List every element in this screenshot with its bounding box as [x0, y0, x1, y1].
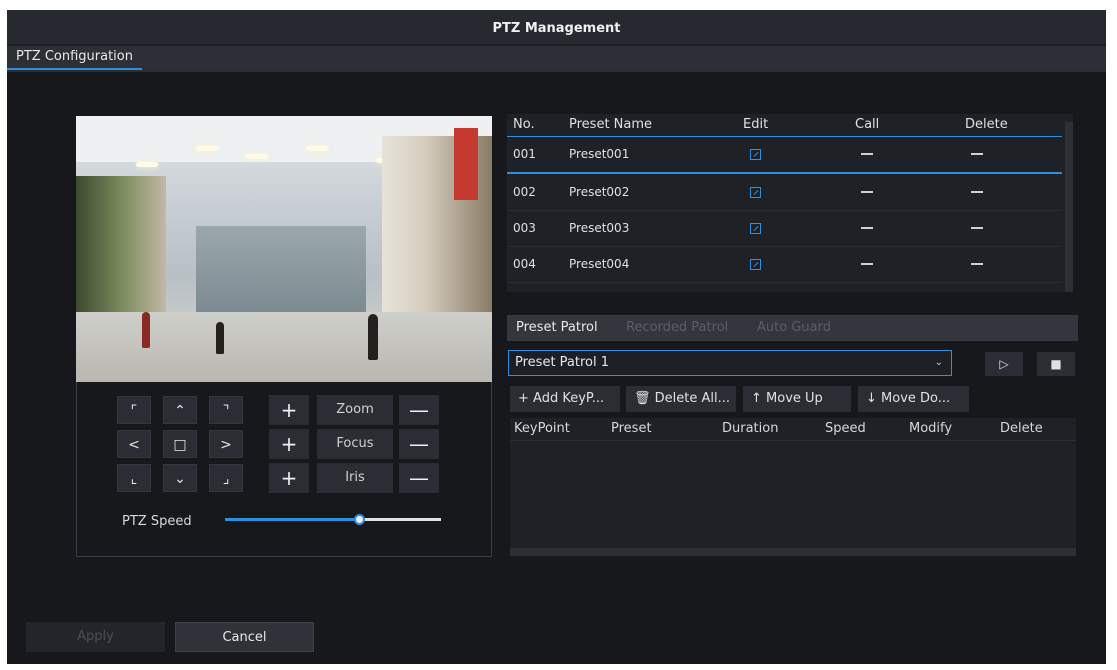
edit-icon[interactable]: [750, 187, 761, 198]
preset-row[interactable]: 002 Preset002: [507, 174, 1062, 211]
window-title: PTZ Management: [7, 10, 1106, 44]
patrol-select-value: Preset Patrol 1: [515, 355, 610, 370]
preset-row[interactable]: 003 Preset003: [507, 210, 1062, 247]
move-up-button[interactable]: ↑ Move Up: [743, 386, 851, 412]
delete-preset-icon[interactable]: [971, 153, 983, 155]
pan-left-button[interactable]: <: [117, 430, 151, 458]
edit-icon[interactable]: [750, 149, 761, 160]
pan-down-left-button[interactable]: ⌞: [117, 464, 151, 492]
preset-name: Preset004: [569, 257, 630, 271]
zoom-out-button[interactable]: —: [399, 395, 439, 425]
tab-recorded-patrol[interactable]: Recorded Patrol: [626, 315, 728, 341]
play-icon: ▷: [999, 357, 1009, 371]
col-preset: Preset: [611, 421, 652, 436]
ptz-speed-handle[interactable]: [353, 514, 365, 525]
preview-light: [136, 162, 158, 167]
focus-label: Focus: [317, 429, 393, 459]
delete-all-button[interactable]: 🗑 Delete All...: [626, 386, 736, 412]
tab-preset-patrol[interactable]: Preset Patrol: [516, 315, 598, 341]
pan-up-left-button[interactable]: ⌜: [117, 396, 151, 424]
ptz-speed-label: PTZ Speed: [122, 514, 192, 529]
zoom-label: Zoom: [317, 395, 393, 425]
keypoint-table-header: KeyPoint Preset Duration Speed Modify De…: [510, 418, 1076, 441]
ptz-management-window: PTZ Management PTZ Configuration ⌜ ⌃ ⌝ <…: [7, 10, 1106, 664]
tab-ptz-configuration[interactable]: PTZ Configuration: [7, 46, 142, 70]
keypoint-table-scrollbar[interactable]: [510, 548, 1076, 556]
col-delete: Delete: [1000, 421, 1043, 436]
preview-person: [142, 312, 150, 348]
preset-name: Preset003: [569, 221, 630, 235]
preview-store-left: [76, 176, 166, 326]
ptz-control-panel: ⌜ ⌃ ⌝ < □ > ⌞ ⌄ ⌟ + Zoom — + Focus — + I…: [76, 382, 492, 557]
iris-label: Iris: [317, 463, 393, 493]
preset-table-scrollbar[interactable]: [1065, 122, 1073, 292]
preset-number: 003: [513, 221, 536, 235]
preview-mall-center: [196, 226, 366, 316]
preview-floor: [76, 312, 492, 382]
col-preset-name: Preset Name: [569, 117, 653, 132]
start-patrol-button[interactable]: ▷: [985, 352, 1023, 376]
preset-number: 004: [513, 257, 536, 271]
delete-preset-icon[interactable]: [971, 263, 983, 265]
call-preset-icon[interactable]: [861, 153, 873, 155]
call-preset-icon[interactable]: [861, 191, 873, 193]
iris-open-button[interactable]: +: [269, 463, 309, 493]
col-modify: Modify: [909, 421, 953, 436]
pan-right-button[interactable]: >: [209, 430, 243, 458]
tilt-down-button[interactable]: ⌄: [163, 464, 197, 492]
col-keypoint: KeyPoint: [514, 421, 570, 436]
preset-row[interactable]: 001 Preset001: [507, 136, 1062, 174]
camera-preview: [76, 116, 492, 382]
pan-up-right-button[interactable]: ⌝: [209, 396, 243, 424]
delete-preset-icon[interactable]: [971, 191, 983, 193]
ptz-speed-slider[interactable]: [225, 514, 441, 525]
call-preset-icon[interactable]: [861, 227, 873, 229]
col-duration: Duration: [722, 421, 779, 436]
tilt-up-button[interactable]: ⌃: [163, 396, 197, 424]
tab-bar: PTZ Configuration: [7, 46, 1106, 72]
apply-button[interactable]: Apply: [26, 622, 165, 652]
col-call: Call: [855, 117, 880, 132]
preset-name: Preset002: [569, 185, 630, 199]
tab-auto-guard[interactable]: Auto Guard: [757, 315, 831, 341]
move-down-button[interactable]: ↓ Move Do...: [858, 386, 969, 412]
chevron-down-icon: ⌄: [934, 357, 943, 368]
edit-icon[interactable]: [750, 223, 761, 234]
cancel-button[interactable]: Cancel: [175, 622, 314, 652]
ptz-speed-fill: [225, 518, 359, 521]
focus-near-button[interactable]: +: [269, 429, 309, 459]
preview-light: [246, 154, 268, 159]
patrol-select[interactable]: Preset Patrol 1 ⌄: [508, 350, 952, 376]
preset-table-header: No. Preset Name Edit Call Delete: [507, 114, 1062, 137]
add-keypoint-button[interactable]: + Add KeyP...: [510, 386, 620, 412]
preset-name: Preset001: [569, 147, 630, 161]
preset-number: 002: [513, 185, 536, 199]
col-no: No.: [513, 117, 535, 132]
preset-row[interactable]: 004 Preset004: [507, 246, 1062, 283]
preview-person: [368, 314, 378, 360]
focus-far-button[interactable]: —: [399, 429, 439, 459]
preview-red-sign: [454, 128, 478, 200]
zoom-in-button[interactable]: +: [269, 395, 309, 425]
col-delete: Delete: [965, 117, 1008, 132]
stop-patrol-button[interactable]: ■: [1037, 352, 1075, 376]
keypoint-table: KeyPoint Preset Duration Speed Modify De…: [510, 418, 1076, 556]
preview-light: [306, 146, 328, 151]
preset-number: 001: [513, 147, 536, 161]
col-edit: Edit: [743, 117, 769, 132]
preview-light: [196, 146, 218, 151]
stop-icon: ■: [1050, 357, 1062, 371]
iris-close-button[interactable]: —: [399, 463, 439, 493]
call-preset-icon[interactable]: [861, 263, 873, 265]
preset-table: No. Preset Name Edit Call Delete 001 Pre…: [507, 114, 1073, 292]
pan-down-right-button[interactable]: ⌟: [209, 464, 243, 492]
preview-person: [216, 322, 224, 354]
edit-icon[interactable]: [750, 259, 761, 270]
ptz-center-button[interactable]: □: [163, 430, 197, 458]
delete-preset-icon[interactable]: [971, 227, 983, 229]
main-content: ⌜ ⌃ ⌝ < □ > ⌞ ⌄ ⌟ + Zoom — + Focus — + I…: [7, 72, 1106, 664]
col-speed: Speed: [825, 421, 866, 436]
patrol-tabs: Preset Patrol Recorded Patrol Auto Guard: [507, 315, 1078, 341]
